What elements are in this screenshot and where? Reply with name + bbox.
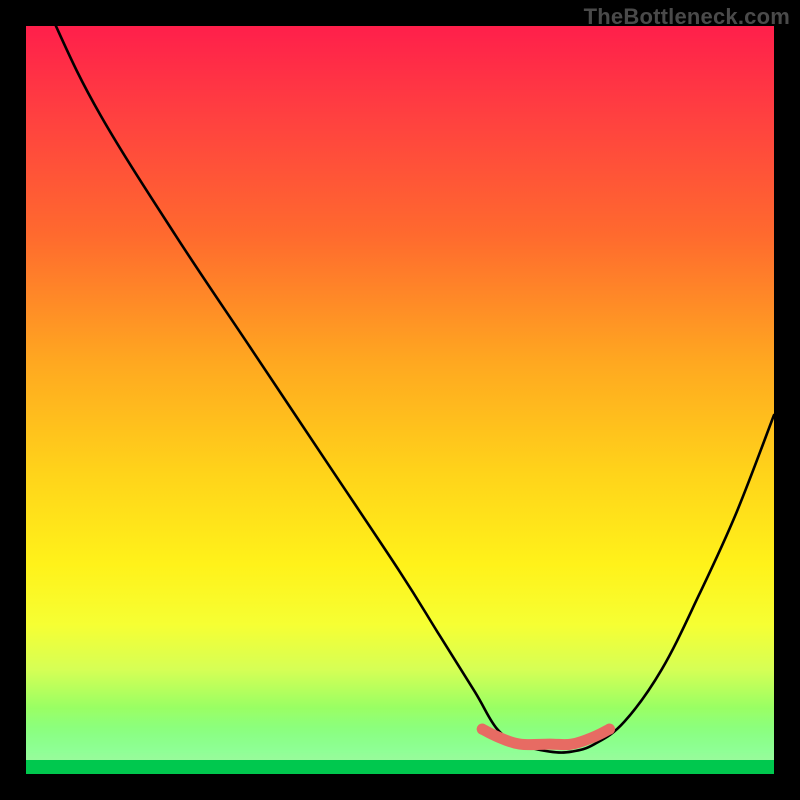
chart-stage: TheBottleneck.com	[0, 0, 800, 800]
plot-area	[26, 26, 774, 774]
watermark-text: TheBottleneck.com	[584, 4, 790, 30]
valley-start-dot	[477, 724, 488, 735]
bottleneck-curve	[26, 26, 774, 753]
valley-end-dot	[604, 724, 615, 735]
valley-highlight	[482, 729, 609, 745]
curve-layer	[26, 26, 774, 774]
